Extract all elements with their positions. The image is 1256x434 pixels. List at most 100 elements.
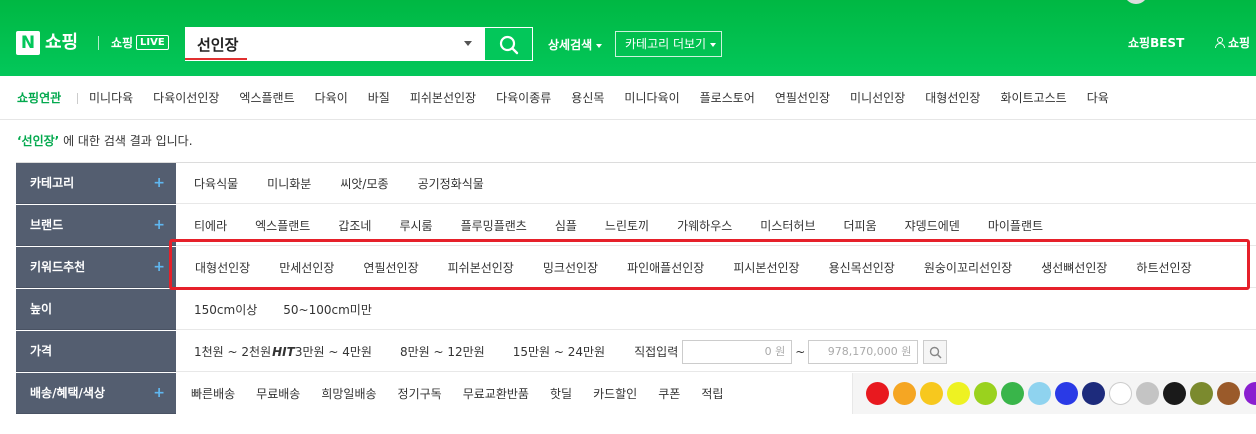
naver-logo[interactable]: N [16, 31, 40, 55]
related-item[interactable]: 플로스토어 [700, 90, 755, 106]
price-max-input[interactable]: 978,170,000 원 [808, 339, 919, 364]
related-item[interactable]: 다육이선인장 [153, 90, 219, 106]
related-item[interactable]: 미니다육 [89, 90, 133, 106]
color-swatch[interactable] [1217, 382, 1240, 405]
filter-option[interactable]: 쿠폰 [658, 386, 680, 402]
filter-row-height: 높이 150cm이상 50~100cm미만 [16, 289, 1256, 330]
color-swatch[interactable] [1163, 382, 1186, 405]
filter-option[interactable]: 무료교환반품 [463, 386, 529, 402]
color-swatch[interactable] [974, 382, 997, 405]
filter-option[interactable]: 미니화분 [267, 176, 311, 192]
filter-option[interactable]: 플루밍플랜츠 [461, 218, 527, 234]
filter-option[interactable]: 1천원 ~ 2천원 [194, 344, 271, 360]
category-more-label: 카테고리 더보기 [625, 37, 707, 51]
live-badge[interactable]: LIVE [136, 35, 169, 50]
shopping-best-link[interactable]: 쇼핑BEST [1128, 35, 1184, 51]
user-icon [1215, 37, 1225, 48]
divider [77, 93, 78, 104]
color-swatch[interactable] [1109, 382, 1132, 405]
related-item[interactable]: 다육이종류 [496, 90, 551, 106]
filter-option[interactable]: 희망일배송 [321, 386, 376, 402]
related-item[interactable]: 피쉬본선인장 [410, 90, 476, 106]
filter-option[interactable]: 쟈뎅드에덴 [905, 218, 960, 234]
filter-option[interactable]: 카드할인 [593, 386, 637, 402]
filter-option[interactable]: 가웨하우스 [677, 218, 732, 234]
related-item[interactable]: 다육이 [315, 90, 348, 106]
shopping-logo-text[interactable]: 쇼핑 [45, 30, 78, 56]
avatar[interactable] [1124, 0, 1148, 4]
user-menu[interactable]: 쇼핑 [1215, 35, 1250, 51]
filter-head-brand[interactable]: 브랜드 + [16, 205, 176, 246]
related-item[interactable]: 미니다육이 [624, 90, 679, 106]
filter-option[interactable]: 엑스플랜트 [255, 218, 310, 234]
filter-option[interactable]: 무료배송 [256, 386, 300, 402]
color-swatch[interactable] [1082, 382, 1105, 405]
filter-items: 빠른배송 무료배송 희망일배송 정기구독 무료교환반품 핫딜 카드할인 쿠폰 적… [191, 373, 723, 414]
color-swatch[interactable] [1001, 382, 1024, 405]
filter-option[interactable]: 150cm이상 [194, 302, 257, 318]
related-item[interactable]: 미니선인장 [850, 90, 905, 106]
filter-option[interactable]: 씨앗/모종 [340, 176, 388, 192]
filter-option[interactable]: 루시룸 [399, 218, 432, 234]
filter-option[interactable]: 갑조네 [338, 218, 371, 234]
color-swatch[interactable] [920, 382, 943, 405]
filter-label: 키워드추천 [30, 260, 86, 274]
shopping-live-text[interactable]: 쇼핑 [111, 35, 133, 51]
filter-label: 높이 [30, 302, 53, 316]
color-swatch[interactable] [866, 382, 889, 405]
filter-row-category: 카테고리 + 다육식물 미니화분 씨앗/모종 공기정화식물 [16, 163, 1256, 204]
price-search-button[interactable] [923, 339, 948, 364]
color-swatch[interactable] [1028, 382, 1051, 405]
filter-option[interactable]: 더피움 [844, 218, 877, 234]
filter-option[interactable]: 공기정화식물 [418, 176, 484, 192]
filter-option[interactable]: 15만원 ~ 24만원 [513, 344, 605, 360]
filter-head-category[interactable]: 카테고리 + [16, 163, 176, 204]
header: N 쇼핑 쇼핑 LIVE 상세검색 카테고리 더보기 쇼핑BEST 쇼핑 [0, 0, 1256, 76]
category-more-button[interactable]: 카테고리 더보기 [615, 31, 722, 57]
filter-option[interactable]: 미스터허브 [760, 218, 815, 234]
filter-option[interactable]: 3만원 ~ 4만원 [295, 344, 372, 360]
filter-head-delivery[interactable]: 배송/혜택/색상 + [16, 373, 176, 414]
color-swatch[interactable] [1244, 382, 1256, 405]
related-list: 미니다육 다육이선인장 엑스플랜트 다육이 바질 피쉬본선인장 다육이종류 용신… [89, 90, 1129, 106]
plus-icon[interactable]: + [153, 205, 165, 246]
related-item[interactable]: 화이트고스트 [1000, 90, 1066, 106]
result-keyword: ‘선인장’ [17, 134, 60, 148]
color-swatch[interactable] [1136, 382, 1159, 405]
logo-divider [98, 36, 99, 50]
caret-down-icon [710, 42, 717, 47]
filter-option[interactable]: 50~100cm미만 [283, 302, 372, 318]
filter-option[interactable]: 빠른배송 [191, 386, 235, 402]
filter-option[interactable]: 8만원 ~ 12만원 [400, 344, 485, 360]
search-input[interactable] [197, 32, 447, 56]
color-swatch[interactable] [947, 382, 970, 405]
detail-search-button[interactable]: 상세검색 [548, 37, 603, 53]
filter-head-price: 가격 [16, 331, 176, 372]
related-item[interactable]: 대형선인장 [925, 90, 980, 106]
filter-option[interactable]: 느린토끼 [605, 218, 649, 234]
filter-option[interactable]: 마이플랜트 [988, 218, 1043, 234]
related-item[interactable]: 바질 [368, 90, 390, 106]
color-swatch[interactable] [1190, 382, 1213, 405]
plus-icon[interactable]: + [153, 163, 165, 204]
filter-option[interactable]: 핫딜 [550, 386, 572, 402]
related-item[interactable]: 연필선인장 [775, 90, 830, 106]
price-min-input[interactable]: 0 원 [682, 339, 793, 364]
plus-icon[interactable]: + [153, 247, 165, 288]
filter-option[interactable]: 다육식물 [194, 176, 238, 192]
color-swatch[interactable] [893, 382, 916, 405]
search-button[interactable] [485, 27, 533, 61]
filter-option[interactable]: 적립 [701, 386, 723, 402]
filter-option[interactable]: 심플 [555, 218, 577, 234]
related-item[interactable]: 다육 [1087, 90, 1109, 106]
plus-icon[interactable]: + [153, 373, 165, 414]
search-box [185, 27, 485, 61]
filter-option[interactable]: 티에라 [194, 218, 227, 234]
filter-option[interactable]: 정기구독 [398, 386, 442, 402]
chevron-down-icon[interactable] [464, 41, 472, 46]
related-item[interactable]: 용신목 [571, 90, 604, 106]
related-item[interactable]: 엑스플랜트 [239, 90, 294, 106]
filter-items: 다육식물 미니화분 씨앗/모종 공기정화식물 [194, 163, 484, 204]
color-swatch[interactable] [1055, 382, 1078, 405]
filter-head-keyword[interactable]: 키워드추천 + [16, 247, 176, 288]
